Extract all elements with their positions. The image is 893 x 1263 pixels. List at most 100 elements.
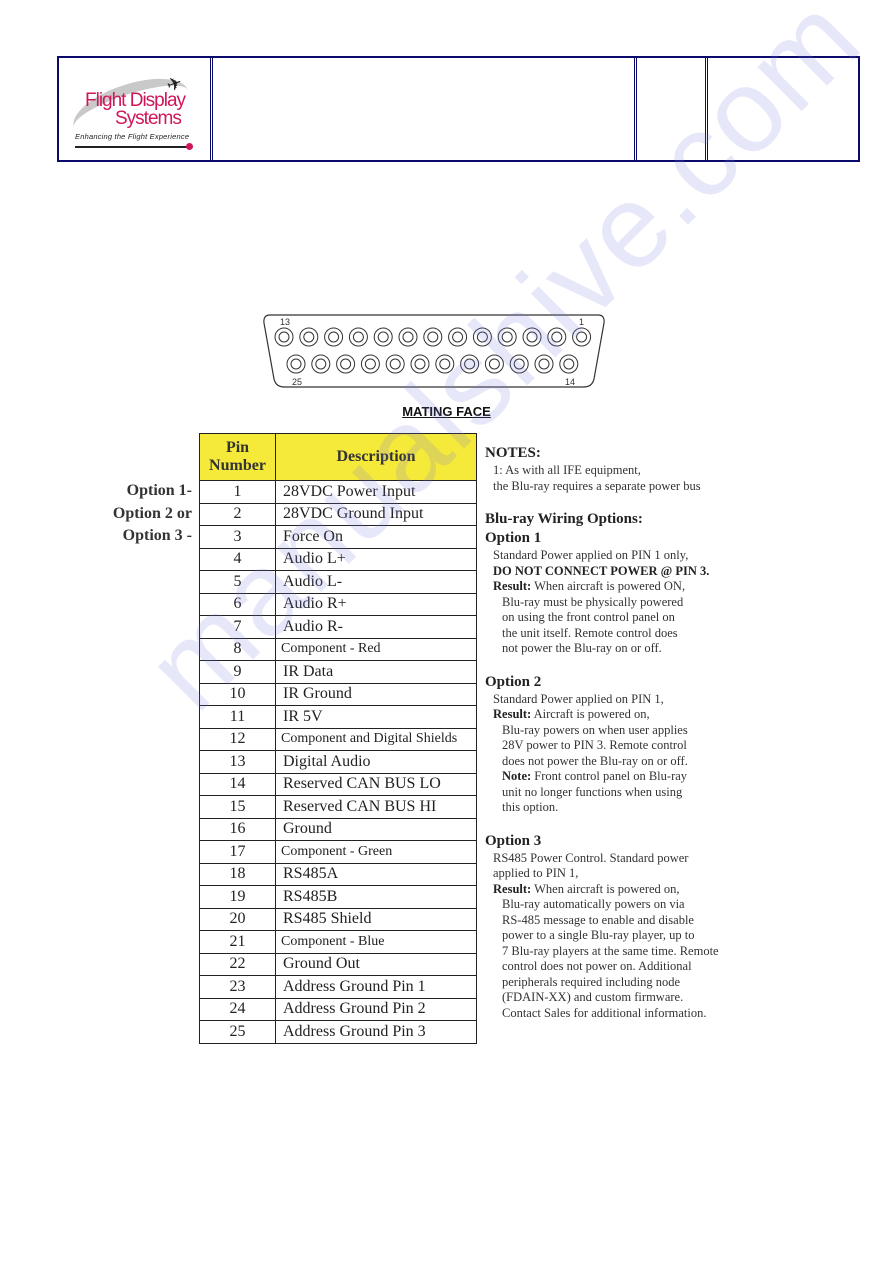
pin-number-cell: 17 — [199, 840, 276, 864]
pin-description-cell: Audio L- — [275, 570, 477, 594]
pin-row: 17 Component - Green — [199, 840, 477, 864]
bottom-row-pin-contact — [364, 358, 376, 370]
pin-row: 15 Reserved CAN BUS HI — [199, 795, 477, 819]
pin-description-cell: Address Ground Pin 2 — [275, 997, 477, 1021]
pin-row: 19 RS485B — [199, 885, 477, 909]
option-2-note-first: Front control panel on Blu-ray — [534, 769, 688, 783]
option-3-title: Option 3 — [485, 832, 542, 849]
option-2-note: Note: Front control panel on Blu-ray — [485, 769, 755, 785]
pin-number-cell: 6 — [199, 592, 276, 616]
pinout-table-header: Pin Number Description — [199, 433, 477, 481]
pin-description-cell: Audio R- — [275, 615, 477, 639]
pin-row: 24 Address Ground Pin 2 — [199, 997, 477, 1021]
pin-label-1: 1 — [579, 317, 584, 327]
top-row-pin-socket — [522, 327, 542, 347]
bottom-row-pin-socket — [336, 354, 356, 374]
bottom-row-pin-contact — [563, 358, 575, 370]
option-2-result: Result: Aircraft is powered on, — [485, 707, 755, 723]
option-1-title: Option 1 — [485, 530, 542, 546]
bottom-row-pin-socket — [311, 354, 331, 374]
pin-description-cell: IR Data — [275, 660, 477, 684]
logo-dot — [186, 143, 193, 150]
bottom-row-pin-contact — [464, 358, 476, 370]
bottom-row-pin-contact — [290, 358, 302, 370]
pin-description-cell: RS485B — [275, 885, 477, 909]
pin-number-cell: 1 — [199, 480, 276, 504]
option-3-result-line: control does not power on. Additional — [502, 959, 692, 973]
pin-description-cell: Digital Audio — [275, 750, 477, 774]
pin-row: 23 Address Ground Pin 1 — [199, 975, 477, 999]
option-2-note-line: this option. — [502, 800, 559, 814]
option-3-line-2: applied to PIN 1, — [493, 866, 579, 880]
option-1-result-line: not power the Blu-ray on or off. — [502, 641, 662, 655]
pin-description-cell: Force On — [275, 525, 477, 549]
pin-number-cell: 24 — [199, 997, 276, 1021]
bottom-row-pin-socket — [286, 354, 306, 374]
bottom-row-pin-contact — [315, 358, 327, 370]
pin-description-cell: Component - Red — [275, 637, 477, 661]
option-3-result-line: peripherals required including node — [502, 974, 681, 989]
note-1-line-2: the Blu-ray requires a separate power bu… — [493, 478, 701, 493]
top-row-pin-socket — [547, 327, 567, 347]
top-row-pin-contact — [427, 331, 439, 343]
bottom-row-pin-contact — [389, 358, 401, 370]
top-row-pin-contact — [278, 331, 290, 343]
pin-row: 12 Component and Digital Shields — [199, 727, 477, 751]
pin-number-cell: 11 — [199, 705, 276, 729]
top-row-pin-socket — [572, 327, 592, 347]
pin-number-cell: 19 — [199, 885, 276, 909]
pin-row: 9 IR Data — [199, 660, 477, 684]
top-row-pin-contact — [526, 331, 538, 343]
db25-connector-diagram: 13 1 25 14 — [263, 314, 605, 388]
pin-description-cell: Audio R+ — [275, 592, 477, 616]
column-header-description: Description — [275, 433, 477, 481]
logo-underline — [75, 146, 187, 148]
pin-row: 4 Audio L+ — [199, 547, 477, 571]
pin-label-25: 25 — [292, 377, 302, 387]
option-2-line-1: Standard Power applied on PIN 1, — [493, 691, 664, 706]
option-3-result-first: When aircraft is powered on, — [534, 881, 680, 896]
pin-row: 7 Audio R- — [199, 615, 477, 639]
header-page-cell — [708, 58, 858, 160]
pin-row: 25 Address Ground Pin 3 — [199, 1020, 477, 1044]
pin-description-cell: Component - Green — [275, 840, 477, 864]
bottom-row-pin-contact — [513, 358, 525, 370]
mating-face-caption: MATING FACE — [402, 404, 491, 419]
top-row-pin-contact — [452, 331, 464, 343]
column-header-pin-line1: Pin — [225, 439, 250, 456]
pinout-table: Pin Number Description 1 28VDC Power Inpu… — [199, 433, 477, 1044]
top-row-pin-contact — [303, 331, 315, 343]
wiring-options-title: Blu-ray Wiring Options: — [485, 511, 643, 527]
pin-number-cell: 21 — [199, 930, 276, 954]
pin-description-cell: Reserved CAN BUS LO — [275, 772, 477, 796]
option-1-result-label: Result: — [493, 579, 532, 593]
pin-row: 14 Reserved CAN BUS LO — [199, 772, 477, 796]
option-2-result-first: Aircraft is powered on, — [533, 707, 650, 721]
pin-number-cell: 8 — [199, 637, 276, 661]
bottom-row-pin-socket — [534, 354, 554, 374]
pin-number-cell: 9 — [199, 660, 276, 684]
bottom-row-pin-socket — [385, 354, 405, 374]
header-rev-cell — [637, 58, 708, 160]
notes-panel: NOTES: 1: As with all IFE equipment, the… — [485, 444, 755, 1021]
option-2-note-label: Note: — [502, 769, 532, 783]
option-3-result-line: power to a single Blu-ray player, up to — [502, 928, 695, 942]
bottom-row-pin-contact — [538, 358, 550, 370]
top-row-pin-socket — [299, 327, 319, 347]
option-3-result-line: Contact Sales for additional information… — [502, 1005, 707, 1020]
option-2-result-line: Blu-ray powers on when user applies — [502, 722, 688, 737]
option-3-result-line: Blu-ray automatically powers on via — [502, 897, 685, 911]
logo-line-2: Systems — [115, 108, 182, 129]
option-1-line-1: Standard Power applied on PIN 1 only, — [493, 548, 689, 562]
pin-description-cell: Audio L+ — [275, 547, 477, 571]
option-1-result: Result: When aircraft is powered ON, — [485, 579, 755, 595]
option-3-result-line: 7 Blu-ray players at the same time. Remo… — [502, 943, 719, 958]
top-row-pin-socket — [472, 327, 492, 347]
bottom-row-pin-contact — [414, 358, 426, 370]
bottom-row-pin-socket — [484, 354, 504, 374]
option-2-result-label: Result: — [493, 707, 532, 721]
option-2-title: Option 2 — [485, 673, 542, 690]
option-3-result-line: RS-485 message to enable and disable — [502, 912, 694, 927]
pin-description-cell: Ground Out — [275, 952, 477, 976]
logo-tagline: Enhancing the Flight Experience — [75, 132, 190, 141]
